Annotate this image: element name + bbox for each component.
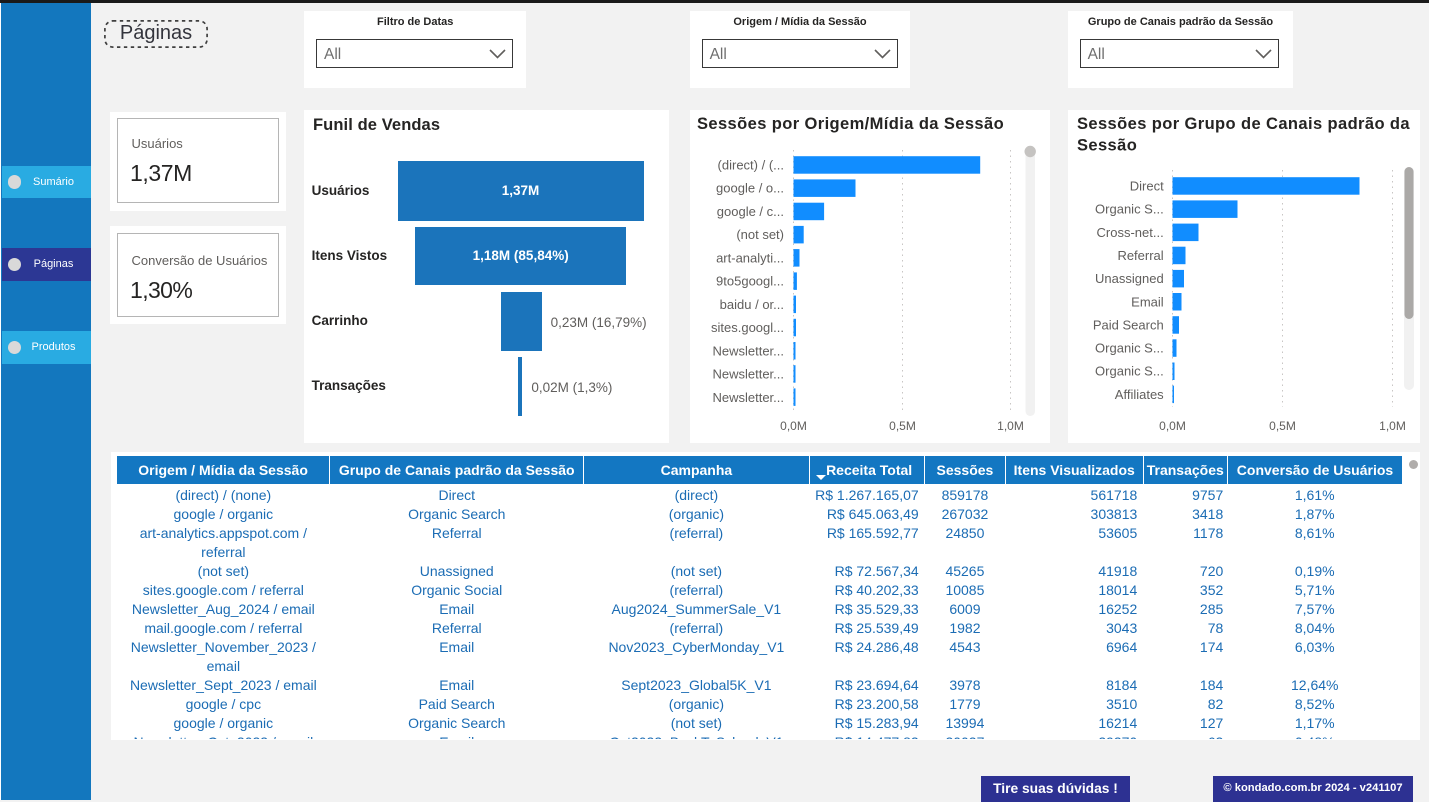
svg-text:baidu / or...: baidu / or... (719, 297, 783, 312)
svg-text:Paid Search: Paid Search (1093, 317, 1164, 332)
svg-text:1,0M: 1,0M (997, 419, 1024, 433)
svg-text:Organic S...: Organic S... (1095, 341, 1164, 356)
svg-text:sites.googl...: sites.googl... (711, 320, 784, 335)
svg-text:Direct: Direct (1130, 179, 1164, 194)
svg-text:Newsletter...: Newsletter... (712, 390, 784, 405)
svg-text:(direct) / (...: (direct) / (... (717, 158, 783, 173)
svg-text:art-analyti...: art-analyti... (716, 250, 784, 265)
svg-text:Newsletter...: Newsletter... (712, 367, 784, 382)
svg-text:Affiliates: Affiliates (1115, 387, 1164, 402)
svg-text:Sessão: Sessão (1077, 137, 1137, 155)
svg-text:9to5googl...: 9to5googl... (716, 274, 784, 289)
svg-text:1,0M: 1,0M (1379, 419, 1406, 433)
svg-text:Referral: Referral (1117, 248, 1163, 263)
svg-text:Email: Email (1131, 294, 1164, 309)
svg-text:Cross-net...: Cross-net... (1097, 225, 1164, 240)
svg-text:Unassigned: Unassigned (1095, 271, 1164, 286)
svg-text:0,5M: 0,5M (1269, 419, 1296, 433)
svg-text:Newsletter...: Newsletter... (712, 343, 784, 358)
svg-text:Sessões por Origem/Mídia da Se: Sessões por Origem/Mídia da Sessão (697, 115, 1004, 133)
svg-text:0,0M: 0,0M (1159, 419, 1186, 433)
svg-text:Sessões por Grupo de Canais pa: Sessões por Grupo de Canais padrão da (1077, 115, 1410, 133)
svg-text:google / o...: google / o... (716, 181, 784, 196)
svg-text:Organic S...: Organic S... (1095, 364, 1164, 379)
svg-text:0,5M: 0,5M (889, 419, 916, 433)
svg-text:0,0M: 0,0M (780, 419, 807, 433)
svg-text:Organic S...: Organic S... (1095, 202, 1164, 217)
svg-text:(not set): (not set) (736, 227, 784, 242)
svg-text:google / c...: google / c... (716, 204, 783, 219)
